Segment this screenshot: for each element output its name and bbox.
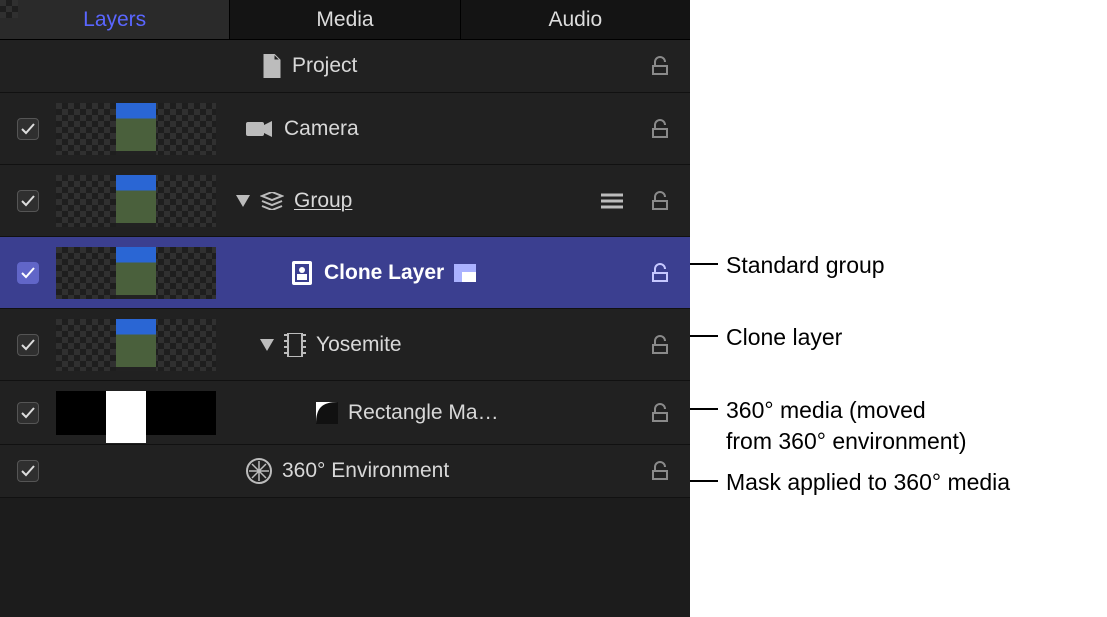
360-label: 360° Environment (282, 459, 449, 483)
visibility-checkbox[interactable] (17, 460, 39, 482)
project-label: Project (292, 54, 357, 78)
row-mask[interactable]: Rectangle Ma… (0, 381, 690, 445)
disclosure-triangle-icon[interactable] (260, 339, 274, 351)
mask-icon (316, 402, 338, 424)
visibility-checkbox[interactable] (17, 118, 39, 140)
anno-clone: Clone layer (726, 322, 842, 353)
layers-panel: Layers Media Audio Project Camera (0, 0, 690, 617)
visibility-checkbox[interactable] (17, 334, 39, 356)
lock-icon[interactable] (630, 191, 690, 211)
camera-icon (246, 120, 274, 138)
lock-icon[interactable] (630, 403, 690, 423)
lock-icon[interactable] (630, 119, 690, 139)
tab-media[interactable]: Media (230, 0, 460, 39)
row-group[interactable]: Group (0, 165, 690, 237)
lock-icon[interactable] (630, 263, 690, 283)
visibility-checkbox[interactable] (17, 402, 39, 424)
thumbnail (56, 391, 216, 435)
camera-label: Camera (284, 117, 359, 141)
thumbnail (56, 319, 216, 371)
mask-label: Rectangle Ma… (348, 401, 499, 425)
project-icon (262, 54, 282, 78)
lock-icon[interactable] (630, 461, 690, 481)
yosemite-label: Yosemite (316, 333, 402, 357)
360-icon (246, 458, 272, 484)
row-camera[interactable]: Camera (0, 93, 690, 165)
thumbnail (56, 103, 216, 155)
thumbnail (56, 247, 216, 299)
badge-icon (454, 264, 476, 282)
thumbnail (56, 175, 216, 227)
row-360-environment[interactable]: 360° Environment (0, 445, 690, 498)
clone-icon (290, 260, 314, 286)
tab-bar: Layers Media Audio (0, 0, 690, 40)
disclosure-triangle-icon[interactable] (236, 195, 250, 207)
filmstrip-icon (284, 333, 306, 357)
lock-icon[interactable] (630, 335, 690, 355)
lock-icon[interactable] (630, 56, 690, 76)
group-label[interactable]: Group (294, 189, 352, 212)
anno-media: 360° media (moved from 360° environment) (726, 395, 967, 457)
filter-icon (594, 193, 630, 209)
clone-label: Clone Layer (324, 261, 444, 285)
anno-mask: Mask applied to 360° media (726, 467, 1010, 498)
visibility-checkbox[interactable] (17, 190, 39, 212)
visibility-checkbox[interactable] (17, 262, 39, 284)
anno-group: Standard group (726, 250, 885, 281)
row-project[interactable]: Project (0, 40, 690, 93)
row-yosemite[interactable]: Yosemite (0, 309, 690, 381)
layers-icon (260, 192, 284, 210)
tab-audio[interactable]: Audio (461, 0, 690, 39)
tab-layers[interactable]: Layers (0, 0, 230, 39)
row-clone-layer[interactable]: Clone Layer (0, 237, 690, 309)
